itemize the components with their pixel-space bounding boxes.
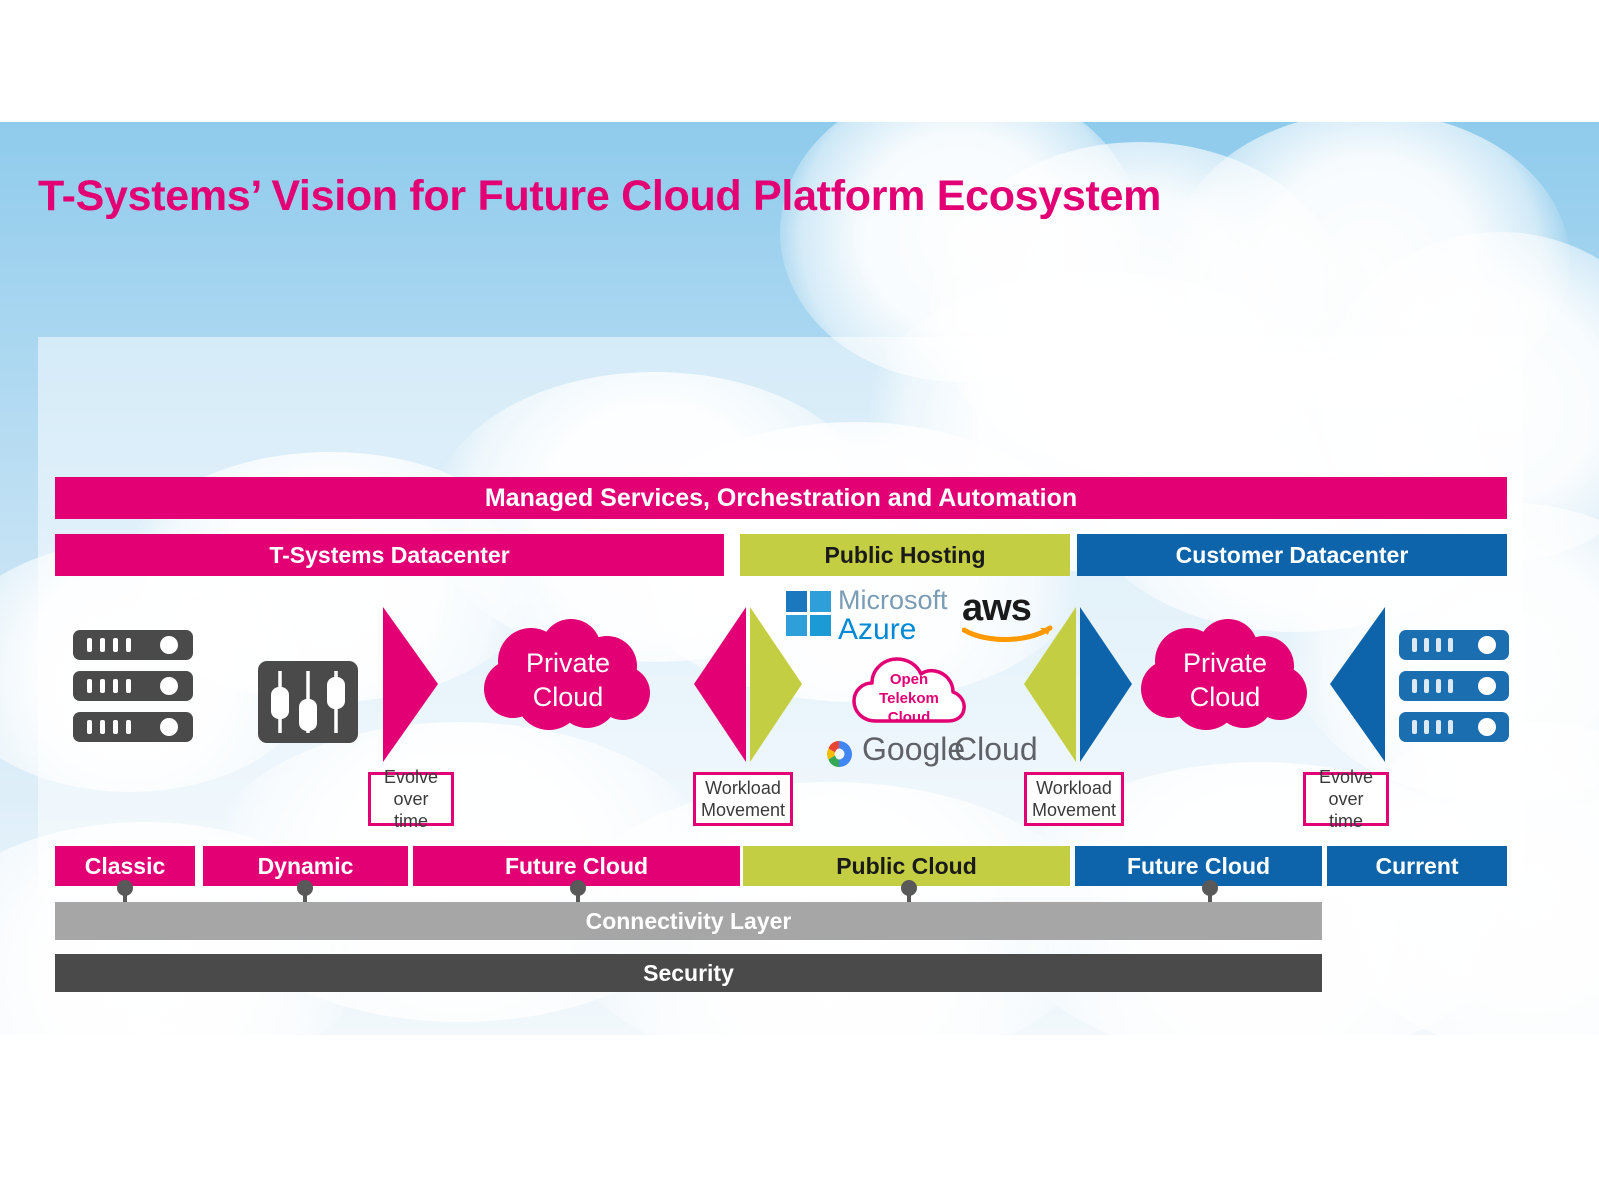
server-rack-icon [1399, 630, 1509, 742]
callout-line1: Workload [1036, 778, 1112, 798]
callout-evolve-over-time-left: Evolve over time [368, 767, 454, 831]
microsoft-azure-logo: Microsoft Azure [786, 585, 948, 648]
private-cloud-right: Private Cloud [1136, 619, 1314, 734]
callout-workload-movement-mid: Workload Movement [693, 772, 793, 826]
azure-microsoft-text: Microsoft [838, 585, 948, 615]
callout-line2: over time [1328, 789, 1364, 831]
bar-public-hosting: Public Hosting [740, 534, 1070, 576]
private-cloud-right-label-line1: Private [1182, 648, 1268, 678]
bar-future-cloud-customer: Future Cloud [1075, 846, 1322, 886]
arrow-evolve-right-icon [1330, 607, 1385, 762]
server-rack-icon [73, 630, 193, 742]
bar-connectivity-layer: Connectivity Layer [55, 902, 1322, 940]
svg-text:aws: aws [962, 590, 1031, 629]
callout-line1: Evolve [383, 767, 439, 787]
bar-customer-datacenter: Customer Datacenter [1077, 534, 1507, 576]
callout-line2: over time [393, 789, 429, 831]
otc-line2: Telekom [879, 690, 939, 707]
callout-line1: Evolve [1318, 767, 1374, 787]
private-cloud-left: Private Cloud [479, 619, 657, 734]
arrow-evolve-left-icon [383, 607, 438, 762]
callout-line2: Movement [700, 800, 786, 820]
google-cloud-logo: Google Cloud [822, 731, 1038, 773]
sliders-icon [258, 661, 358, 743]
bar-security: Security [55, 954, 1322, 992]
private-cloud-right-label-line2: Cloud [1189, 682, 1261, 712]
private-cloud-left-label-line1: Private [525, 648, 611, 678]
page-title: T-Systems’ Vision for Future Cloud Platf… [38, 172, 1162, 220]
slide-canvas: T-Systems’ Vision for Future Cloud Platf… [0, 122, 1599, 1035]
otc-line3: Cloud [887, 709, 931, 726]
callout-line2: Movement [1031, 800, 1117, 820]
azure-azure-text: Azure [838, 613, 917, 646]
private-cloud-left-label-line2: Cloud [532, 682, 604, 712]
callout-workload-movement-right: Workload Movement [1024, 772, 1124, 826]
otc-line1: Open [889, 671, 929, 688]
bar-tsystems-datacenter: T-Systems Datacenter [55, 534, 724, 576]
google-cloud-word1: Google [862, 731, 966, 767]
bar-managed-services: Managed Services, Orchestration and Auto… [55, 477, 1507, 519]
open-telekom-cloud-logo: Open Telekom Cloud [850, 649, 968, 731]
callout-evolve-over-time-right: Evolve over time [1303, 767, 1389, 831]
bar-current: Current [1327, 846, 1507, 886]
arrow-workload-right-icon [1024, 607, 1132, 762]
callout-line1: Workload [705, 778, 781, 798]
